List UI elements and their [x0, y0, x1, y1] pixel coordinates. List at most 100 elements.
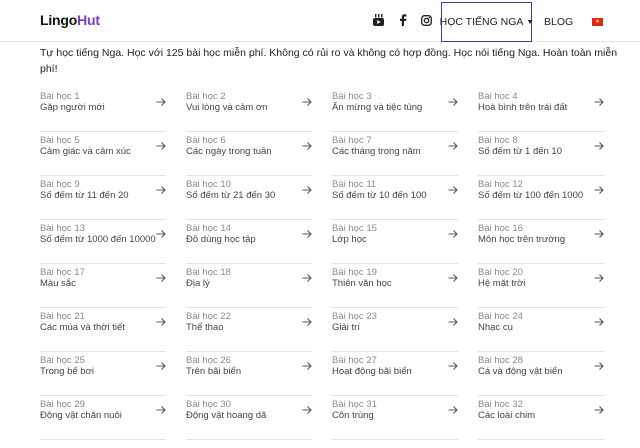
- lesson-number: Bài học 16: [478, 223, 523, 234]
- arrow-right-icon: [156, 362, 166, 370]
- arrow-right-icon: [302, 318, 312, 326]
- lesson-card[interactable]: Bài học 16 Môn học trên trường: [478, 220, 604, 264]
- lesson-card[interactable]: Bài học 30 Động vật hoang dã: [186, 396, 312, 440]
- lesson-title: Số đếm từ 10 đến 100: [332, 190, 427, 201]
- arrow-right-icon: [302, 186, 312, 194]
- lesson-card[interactable]: Bài học 27 Hoạt động bãi biển: [332, 352, 458, 396]
- lesson-title: Số đếm từ 21 đến 30: [186, 190, 276, 201]
- arrow-right-icon: [594, 186, 604, 194]
- arrow-right-icon: [594, 274, 604, 282]
- lesson-title: Địa lý: [186, 278, 210, 289]
- lesson-title: Số đếm từ 1000 đến 10000: [40, 234, 156, 245]
- lesson-card[interactable]: Bài học 29 Động vật chăn nuôi: [40, 396, 166, 440]
- lesson-card[interactable]: Bài học 20 Hệ mặt trời: [478, 264, 604, 308]
- lesson-title: Hoạt động bãi biển: [332, 366, 412, 377]
- caret-down-icon: ▼: [526, 18, 534, 26]
- lesson-number: Bài học 21: [40, 311, 85, 322]
- lesson-card[interactable]: Bài học 19 Thiên văn học: [332, 264, 458, 308]
- arrow-right-icon: [448, 362, 458, 370]
- lesson-card[interactable]: Bài học 24 Nhạc cụ: [478, 308, 604, 352]
- lesson-card[interactable]: Bài học 13 Số đếm từ 1000 đến 10000: [40, 220, 166, 264]
- lesson-card[interactable]: Bài học 8 Số đếm từ 1 đến 10: [478, 132, 604, 176]
- logo[interactable]: LingoHut: [40, 12, 100, 28]
- lesson-card[interactable]: Bài học 12 Số đếm từ 100 đến 1000: [478, 176, 604, 220]
- lesson-card[interactable]: Bài học 5 Cảm giác và cảm xúc: [40, 132, 166, 176]
- lesson-grid: Bài học 1 Gặp người mới Bài học 2 Vui lòng …: [40, 88, 608, 440]
- arrow-right-icon: [448, 274, 458, 282]
- star-icon: ★: [594, 19, 601, 25]
- lesson-number: Bài học 9: [40, 179, 80, 190]
- lesson-card[interactable]: Bài học 22 Thể thao: [186, 308, 312, 352]
- lesson-number: Bài học 32: [478, 399, 523, 410]
- arrow-right-icon: [156, 318, 166, 326]
- lesson-title: Các ngày trong tuần: [186, 146, 272, 157]
- lesson-card[interactable]: Bài học 21 Các mùa và thời tiết: [40, 308, 166, 352]
- lesson-number: Bài học 5: [40, 135, 80, 146]
- arrow-right-icon: [448, 230, 458, 238]
- lesson-number: Bài học 2: [186, 91, 226, 102]
- lesson-card[interactable]: Bài học 14 Đồ dùng học tập: [186, 220, 312, 264]
- lesson-number: Bài học 31: [332, 399, 377, 410]
- lesson-number: Bài học 24: [478, 311, 523, 322]
- lesson-card[interactable]: Bài học 25 Trong bể bơi: [40, 352, 166, 396]
- lesson-card[interactable]: Bài học 23 Giải trí: [332, 308, 458, 352]
- lesson-title: Số đếm từ 1 đến 10: [478, 146, 562, 157]
- arrow-right-icon: [594, 98, 604, 106]
- lesson-title: Hoà bình trên trái đất: [478, 102, 568, 113]
- youtube-icon[interactable]: [371, 13, 385, 27]
- lesson-card[interactable]: Bài học 9 Số đếm từ 11 đến 20: [40, 176, 166, 220]
- vietnam-flag-icon[interactable]: ★: [592, 18, 603, 26]
- lesson-card[interactable]: Bài học 3 Ăn mừng và tiệc tùng: [332, 88, 458, 132]
- lesson-number: Bài học 20: [478, 267, 523, 278]
- lesson-title: Các tháng trong năm: [332, 146, 421, 157]
- facebook-icon[interactable]: [396, 13, 410, 27]
- lesson-number: Bài học 7: [332, 135, 372, 146]
- lesson-title: Các loài chim: [478, 410, 536, 421]
- lesson-number: Bài học 1: [40, 91, 80, 102]
- arrow-right-icon: [156, 142, 166, 150]
- lesson-card[interactable]: Bài học 11 Số đếm từ 10 đến 100: [332, 176, 458, 220]
- lesson-card[interactable]: Bài học 26 Trên bãi biển: [186, 352, 312, 396]
- lesson-card[interactable]: Bài học 32 Các loài chim: [478, 396, 604, 440]
- lesson-card[interactable]: Bài học 15 Lớp học: [332, 220, 458, 264]
- lesson-card[interactable]: Bài học 17 Màu sắc: [40, 264, 166, 308]
- nav-blog-link[interactable]: BLOG: [544, 16, 573, 28]
- lesson-number: Bài học 14: [186, 223, 231, 234]
- lesson-number: Bài học 15: [332, 223, 377, 234]
- site-header: LingoHut HỌC TIẾNG NGA ▼ BLOG ★: [0, 0, 640, 42]
- lesson-card[interactable]: Bài học 31 Côn trùng: [332, 396, 458, 440]
- lesson-number: Bài học 12: [478, 179, 523, 190]
- arrow-right-icon: [156, 230, 166, 238]
- lesson-card[interactable]: Bài học 6 Các ngày trong tuần: [186, 132, 312, 176]
- nav-course-label: HỌC TIẾNG NGA: [439, 16, 524, 28]
- lesson-card[interactable]: Bài học 1 Gặp người mới: [40, 88, 166, 132]
- lesson-number: Bài học 10: [186, 179, 231, 190]
- lesson-title: Trên bãi biển: [186, 366, 242, 377]
- lesson-title: Đồ dùng học tập: [186, 234, 256, 245]
- lesson-card[interactable]: Bài học 2 Vui lòng và cảm ơn: [186, 88, 312, 132]
- lesson-card[interactable]: Bài học 18 Địa lý: [186, 264, 312, 308]
- arrow-right-icon: [448, 406, 458, 414]
- lesson-number: Bài học 30: [186, 399, 231, 410]
- logo-text-lingo: Lingo: [40, 12, 78, 28]
- arrow-right-icon: [156, 186, 166, 194]
- lesson-number: Bài học 11: [332, 179, 377, 190]
- arrow-right-icon: [594, 362, 604, 370]
- instagram-icon[interactable]: [419, 13, 433, 27]
- lesson-number: Bài học 28: [478, 355, 523, 366]
- lesson-card[interactable]: Bài học 10 Số đếm từ 21 đến 30: [186, 176, 312, 220]
- lesson-number: Bài học 26: [186, 355, 231, 366]
- lesson-number: Bài học 13: [40, 223, 85, 234]
- lesson-title: Các mùa và thời tiết: [40, 322, 125, 333]
- lesson-card[interactable]: Bài học 7 Các tháng trong năm: [332, 132, 458, 176]
- nav-course-menu[interactable]: HỌC TIẾNG NGA ▼: [439, 2, 534, 42]
- lesson-card[interactable]: Bài học 28 Cá và động vật biển: [478, 352, 604, 396]
- lesson-title: Ăn mừng và tiệc tùng: [332, 102, 423, 113]
- lesson-card[interactable]: Bài học 4 Hoà bình trên trái đất: [478, 88, 604, 132]
- arrow-right-icon: [302, 98, 312, 106]
- lesson-title: Thể thao: [186, 322, 224, 333]
- arrow-right-icon: [594, 142, 604, 150]
- lesson-title: Động vật hoang dã: [186, 410, 267, 421]
- lesson-number: Bài học 19: [332, 267, 377, 278]
- lesson-title: Số đếm từ 100 đến 1000: [478, 190, 584, 201]
